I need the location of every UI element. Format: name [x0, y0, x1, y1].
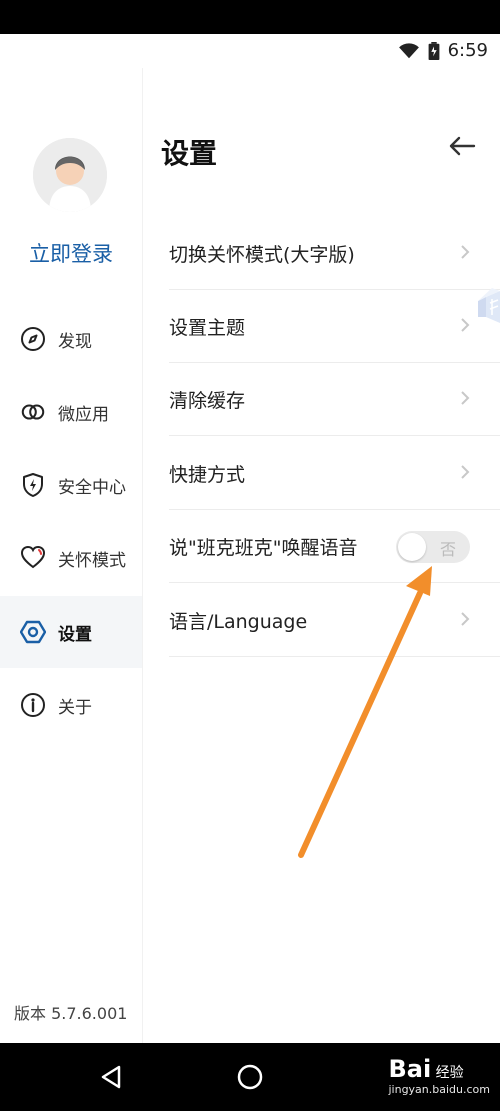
sidebar-item-label: 关于: [58, 697, 92, 718]
compass-icon: [20, 326, 46, 352]
sidebar-item-label: 设置: [58, 624, 92, 645]
watermark-brand: Bai: [388, 1055, 432, 1083]
chevron-right-icon: [461, 391, 470, 405]
sidebar-item-settings[interactable]: 设置: [0, 596, 142, 668]
settings-row-shortcuts[interactable]: 快捷方式: [169, 437, 500, 510]
voice-wakeup-toggle[interactable]: 否: [396, 531, 470, 563]
home-circle-icon[interactable]: [237, 1064, 263, 1090]
watermark: Bai 经验 jingyan.baidu.com: [388, 1055, 490, 1096]
status-bar: 6:59: [0, 34, 500, 68]
row-label: 说"班克班克"唤醒语音: [169, 536, 358, 559]
login-link[interactable]: 立即登录: [0, 238, 142, 268]
sidebar-item-discover[interactable]: 发现: [0, 303, 142, 375]
page-title: 设置: [161, 137, 218, 170]
back-triangle-icon[interactable]: [98, 1064, 124, 1090]
sidebar-item-label: 安全中心: [58, 477, 126, 498]
wifi-icon: [398, 42, 419, 58]
floating-cube-icon[interactable]: [474, 287, 500, 327]
watermark-sub: 经验: [435, 1065, 464, 1081]
row-label: 清除缓存: [169, 389, 246, 412]
settings-row-voice-wakeup: 说"班克班克"唤醒语音 否: [169, 510, 500, 583]
settings-row-theme[interactable]: 设置主题: [169, 290, 500, 363]
sidebar-item-label: 关怀模式: [58, 550, 126, 571]
settings-row-clear-cache[interactable]: 清除缓存: [169, 363, 500, 436]
hexagon-settings-icon: [20, 619, 46, 645]
sidebar-item-label: 发现: [58, 331, 92, 352]
row-label: 快捷方式: [169, 463, 246, 486]
sidebar-item-security[interactable]: 安全中心: [0, 449, 142, 521]
chevron-right-icon: [461, 245, 470, 259]
chevron-right-icon: [461, 318, 470, 332]
toggle-state-label: 否: [439, 540, 456, 559]
row-label: 语言/Language: [169, 610, 308, 633]
chevron-right-icon: [461, 612, 470, 626]
watermark-url: jingyan.baidu.com: [388, 1083, 490, 1096]
settings-panel: 设置 切换关怀模式(大字版) 设置主题 清除缓存 快捷方式 说"班克班克"唤醒语…: [142, 68, 500, 1043]
settings-row-care-mode[interactable]: 切换关怀模式(大字版): [169, 217, 500, 290]
info-icon: [20, 692, 46, 718]
status-right: 6:59: [398, 40, 488, 61]
sidebar-item-label: 微应用: [58, 404, 109, 425]
avatar[interactable]: [33, 138, 107, 212]
row-label: 设置主题: [169, 316, 246, 339]
heart-icon: [20, 545, 46, 571]
user-avatar-icon: [33, 138, 107, 212]
link-rings-icon: [20, 399, 46, 425]
settings-row-language[interactable]: 语言/Language: [169, 584, 500, 657]
status-time: 6:59: [447, 40, 488, 61]
row-label: 切换关怀模式(大字版): [169, 243, 355, 266]
toggle-knob: [398, 533, 426, 561]
sidebar: 立即登录 发现 微应用 安全中心 关怀模式 设置 关于 版本 5.7.6.001: [0, 68, 143, 1043]
chevron-right-icon: [461, 465, 470, 479]
android-nav-bar: Bai 经验 jingyan.baidu.com: [0, 1043, 500, 1111]
battery-icon: [428, 41, 439, 60]
sidebar-item-care-mode[interactable]: 关怀模式: [0, 522, 142, 594]
shield-bolt-icon: [20, 472, 46, 498]
sidebar-item-about[interactable]: 关于: [0, 669, 142, 741]
top-black-bar: [0, 0, 500, 34]
version-label: 版本 5.7.6.001: [14, 1004, 128, 1023]
back-arrow-icon[interactable]: [448, 134, 476, 158]
sidebar-item-micro-apps[interactable]: 微应用: [0, 376, 142, 448]
